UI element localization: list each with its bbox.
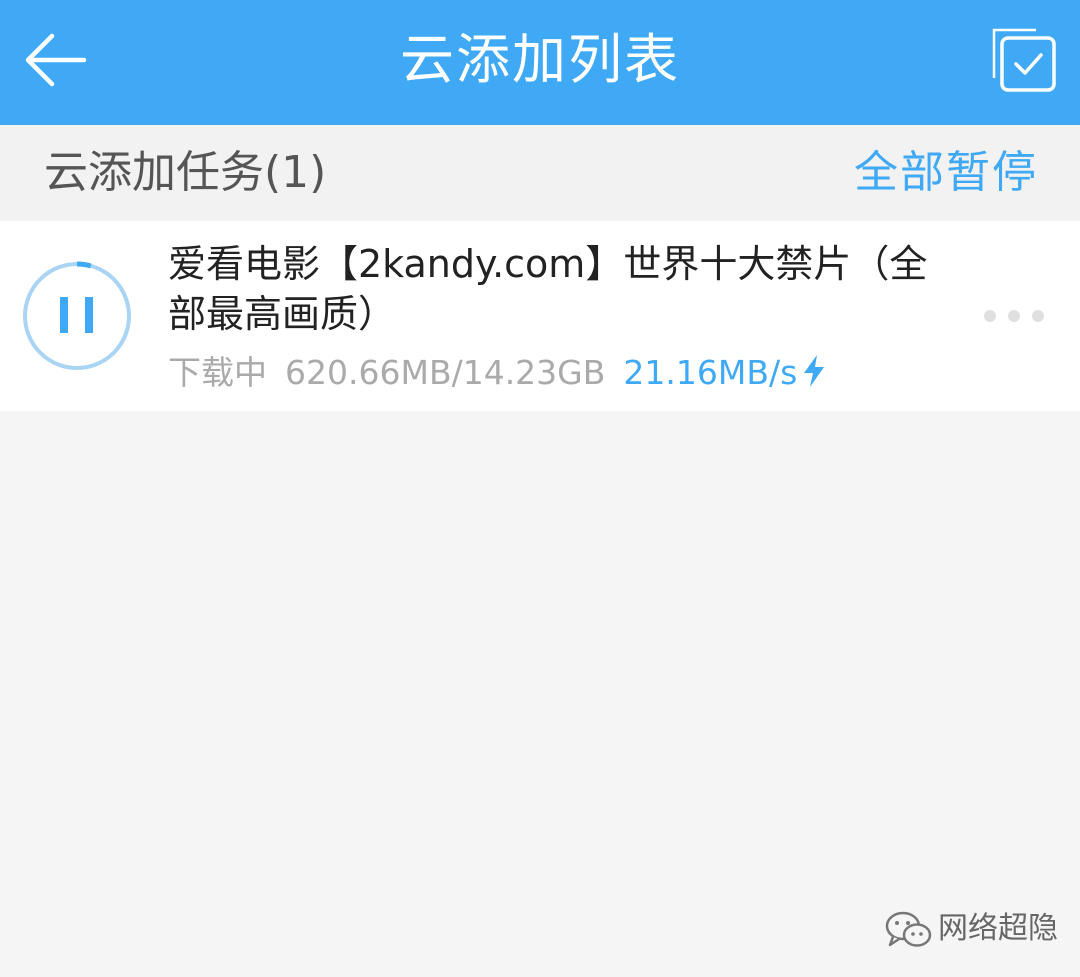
page-title: 云添加列表 [400,28,680,91]
progress-ring-track [23,262,131,370]
wechat-icon [885,911,932,947]
section-header: 云添加任务(1) 全部暂停 [0,125,1080,221]
task-row[interactable]: 爱看电影【2kandy.com】世界十大禁片（全部最高画质） 下载中 620.66… [0,221,1080,411]
multi-select-check-icon[interactable] [988,26,1060,96]
app-bar: 云添加列表 [0,0,1080,125]
task-title: 爱看电影【2kandy.com】世界十大禁片（全部最高画质） [168,242,928,336]
pause-icon [60,297,93,333]
pause-toggle-button[interactable] [20,259,134,373]
section-title: 云添加任务(1) [44,147,327,198]
task-speed: 21.16MB/s [623,353,798,392]
lightning-icon [804,355,825,387]
more-dots-icon[interactable] [976,299,1056,333]
pause-all-button[interactable]: 全部暂停 [854,141,1038,205]
task-meta: 下载中 620.66MB/14.23GB 21.16MB/s [168,349,827,397]
task-size: 620.66MB/14.23GB [285,353,606,392]
task-status: 下载中 [168,353,267,392]
watermark-text: 网络超隐 [938,911,1058,946]
